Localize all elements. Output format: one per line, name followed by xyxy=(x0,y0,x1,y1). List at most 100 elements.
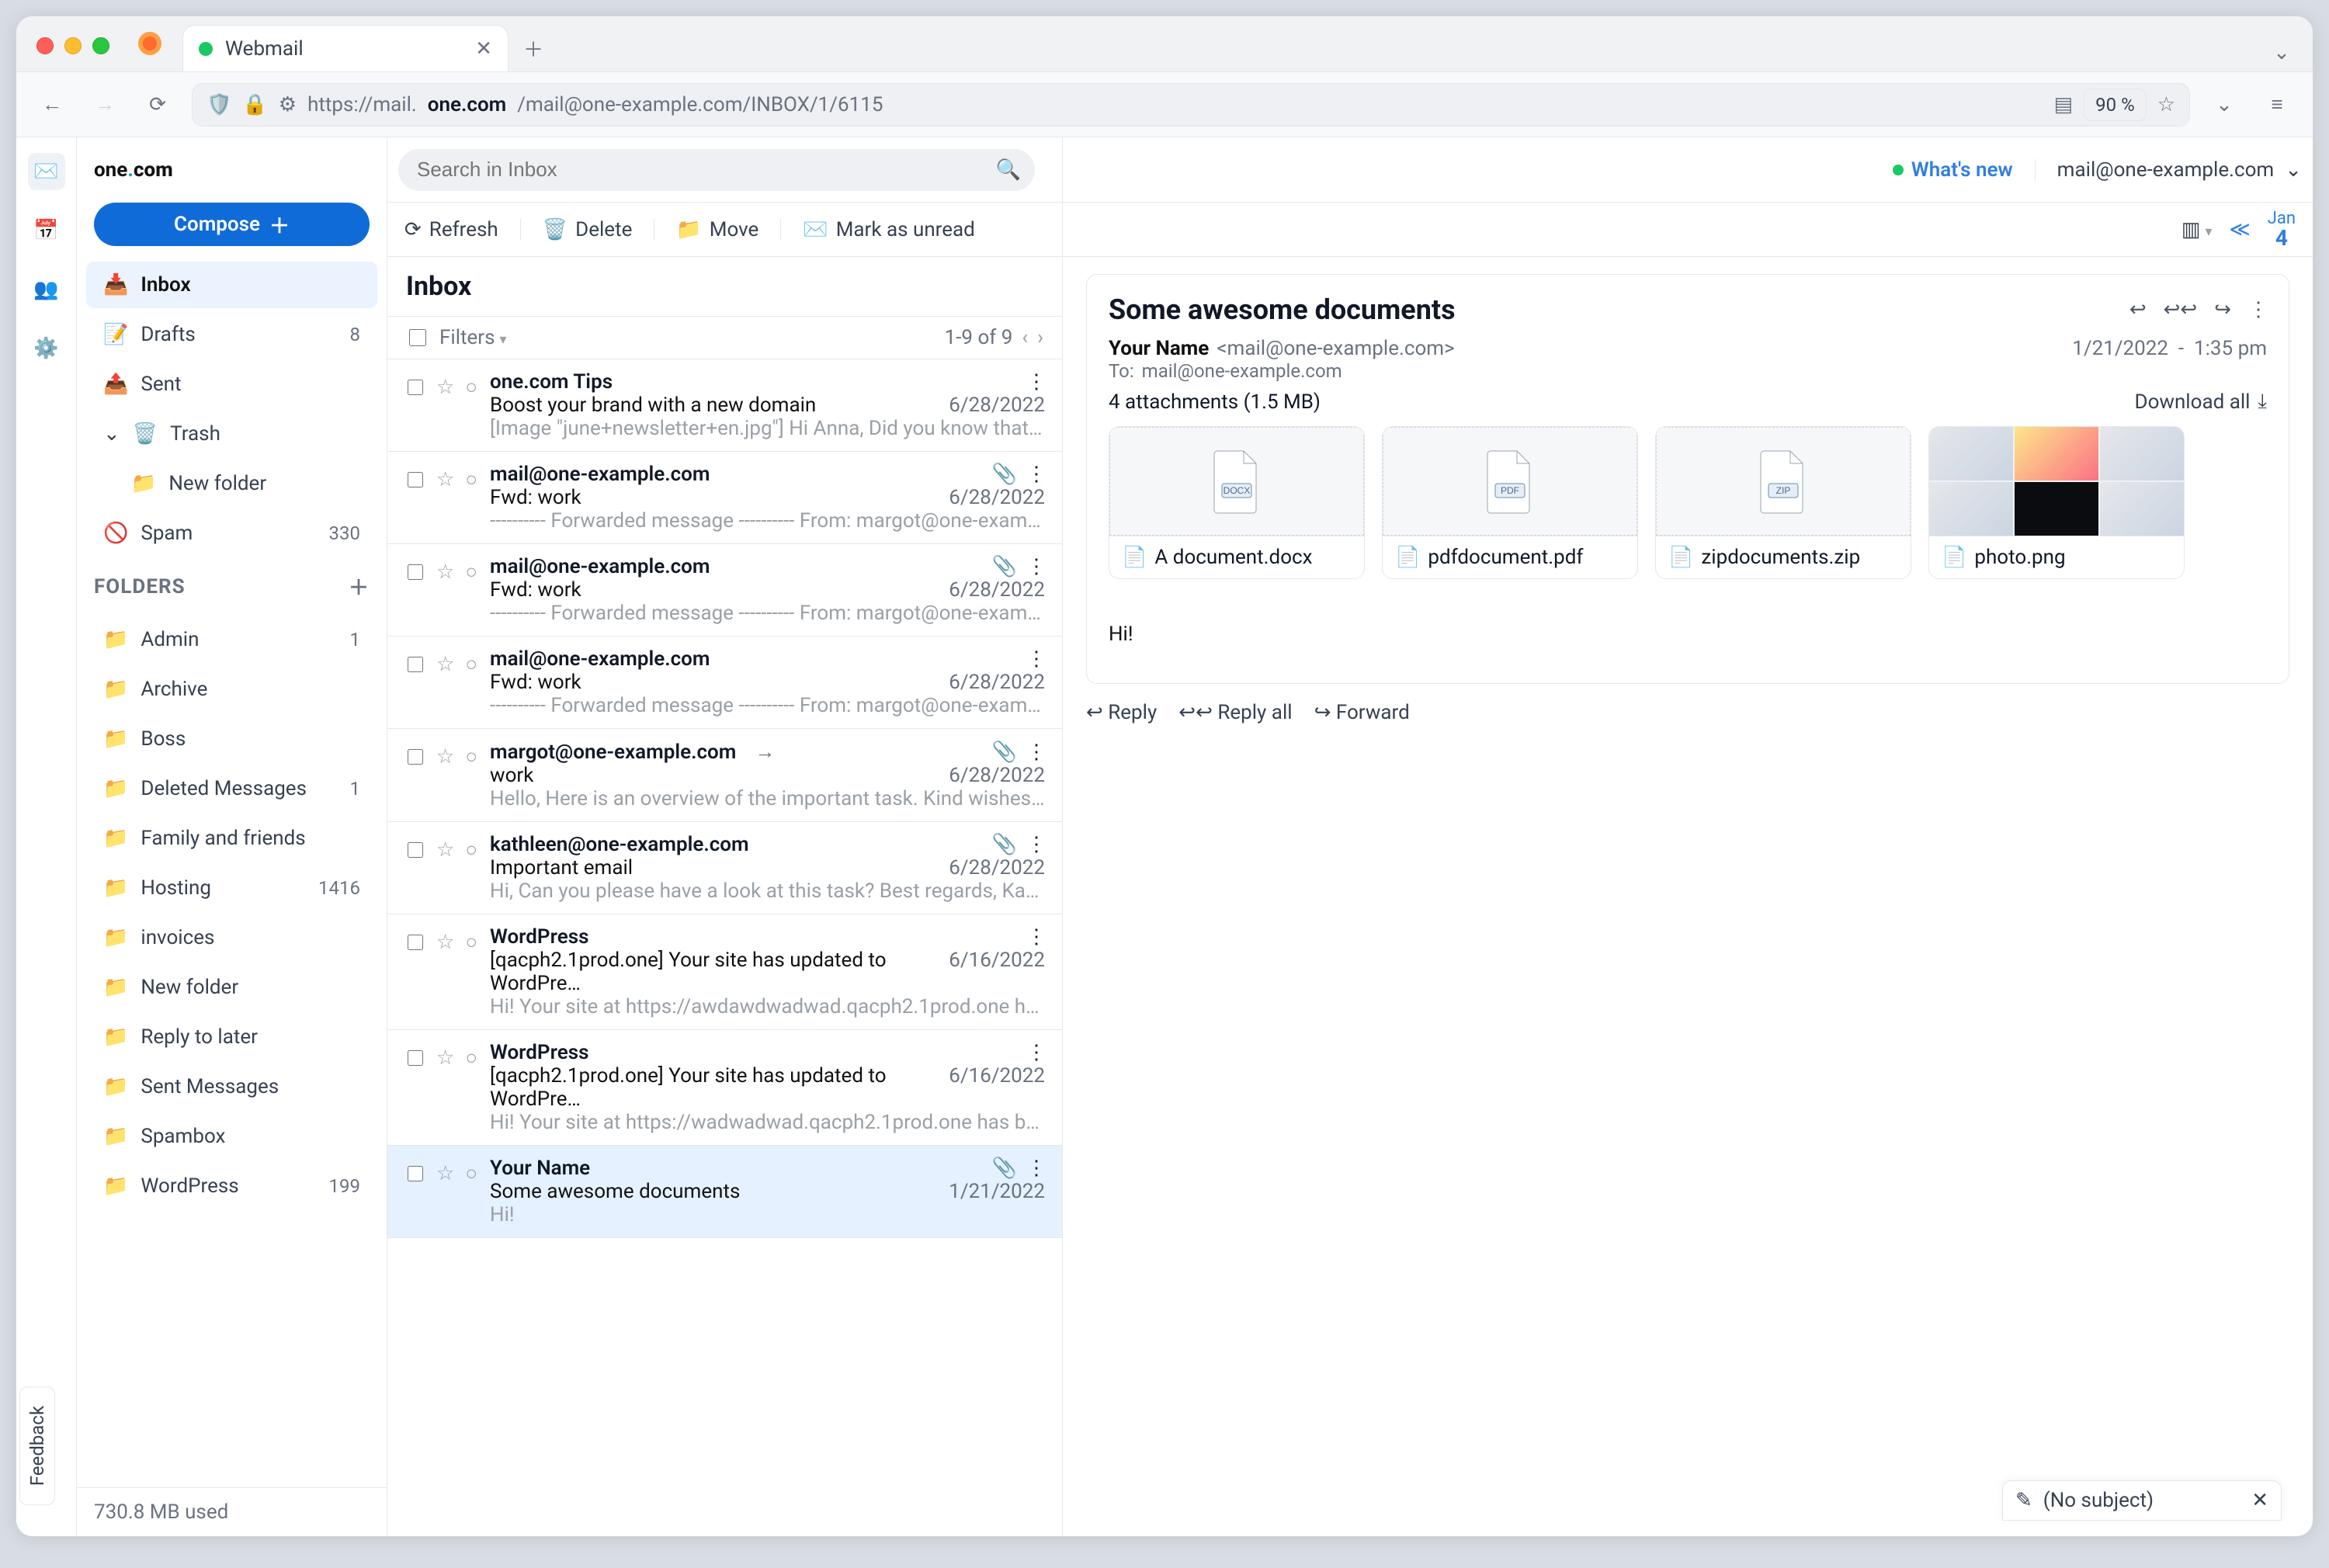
star-icon[interactable]: ☆ xyxy=(436,653,454,676)
folder-item[interactable]: 📁 WordPress 199 xyxy=(86,1163,377,1209)
search-input[interactable]: 🔍 xyxy=(398,149,1035,191)
new-tab-button[interactable]: ＋ xyxy=(518,33,549,64)
forward-icon[interactable]: ↪ xyxy=(2214,298,2231,321)
message-row[interactable]: ☆ ○ margot@one-example.com → 📎 ⋮ work 6/… xyxy=(387,729,1062,822)
whats-new-link[interactable]: What's new xyxy=(1893,158,2013,182)
download-all-button[interactable]: Download all ⤓ xyxy=(2135,390,2267,414)
folder-item[interactable]: 📁 Sent Messages xyxy=(86,1063,377,1110)
menu-icon[interactable]: ≡ xyxy=(2258,86,2296,123)
attachment[interactable]: ZIP 📄 zipdocuments.zip xyxy=(1655,426,1911,579)
address-bar[interactable]: 🛡️ 🔒 ⚙ https://mail.one.com/mail@one-exa… xyxy=(192,83,2190,127)
row-menu-icon[interactable]: ⋮ xyxy=(1026,741,1045,764)
star-icon[interactable]: ☆ xyxy=(436,745,454,768)
star-icon[interactable]: ☆ xyxy=(436,468,454,491)
star-icon[interactable]: ☆ xyxy=(436,376,454,399)
attachment[interactable]: PDF 📄 pdfdocument.pdf xyxy=(1382,426,1638,579)
row-menu-icon[interactable]: ⋮ xyxy=(1026,647,1045,671)
row-checkbox[interactable] xyxy=(408,935,423,950)
select-all-checkbox[interactable] xyxy=(409,329,426,346)
row-menu-icon[interactable]: ⋮ xyxy=(1026,833,1045,856)
message-row[interactable]: ☆ ○ one.com Tips ⋮ Boost your brand with… xyxy=(387,359,1062,452)
feedback-tab[interactable]: Feedback xyxy=(19,1386,55,1505)
unread-dot[interactable]: ○ xyxy=(465,560,477,584)
reader-mode-icon[interactable]: ▤ xyxy=(2054,93,2074,116)
folder-item[interactable]: 📁 invoices xyxy=(86,914,377,961)
compose-minimized[interactable]: ✎ (No subject) ✕ xyxy=(2002,1480,2282,1521)
attachment[interactable]: 📄 photo.png xyxy=(1928,426,2185,579)
jump-first-icon[interactable]: ≪ xyxy=(2230,218,2251,241)
date-jump[interactable]: Jan 4 xyxy=(2268,210,2296,249)
message-row[interactable]: ☆ ○ mail@one-example.com 📎 ⋮ Fwd: work 6… xyxy=(387,544,1062,637)
star-icon[interactable]: ☆ xyxy=(436,838,454,862)
attachment[interactable]: DOCX 📄 A document.docx xyxy=(1109,426,1365,579)
row-checkbox[interactable] xyxy=(408,1166,423,1181)
mark-unread-button[interactable]: ✉️Mark as unread xyxy=(803,218,975,241)
pocket-icon[interactable]: ⌄ xyxy=(2206,86,2243,123)
folder-item[interactable]: 📁 Family and friends xyxy=(86,815,377,862)
more-icon[interactable]: ⋮ xyxy=(2248,298,2267,321)
minimize-window-dot[interactable] xyxy=(64,37,82,54)
chevron-down-icon[interactable]: ⌄ xyxy=(103,422,120,446)
back-button[interactable]: ← xyxy=(33,86,71,123)
reply-all-icon[interactable]: ↩↩ xyxy=(2164,298,2198,321)
rail-settings[interactable]: ⚙️ xyxy=(28,330,65,367)
close-icon[interactable]: ✕ xyxy=(2251,1489,2268,1512)
delete-button[interactable]: 🗑️Delete xyxy=(543,218,633,241)
row-menu-icon[interactable]: ⋮ xyxy=(1026,370,1045,394)
layout-toggle[interactable]: ▥ xyxy=(2181,218,2213,241)
rail-mail[interactable]: ✉️ xyxy=(28,153,65,190)
unread-dot[interactable]: ○ xyxy=(465,930,477,954)
nav-sent[interactable]: 📤 Sent xyxy=(86,361,377,408)
reply-all-button[interactable]: ↩↩ Reply all xyxy=(1178,701,1292,724)
forward-button[interactable]: → xyxy=(86,86,123,123)
nav-trash-sub[interactable]: 📁 New folder xyxy=(86,460,377,507)
message-row[interactable]: ☆ ○ WordPress ⋮ [qacph2.1prod.one] Your … xyxy=(387,1030,1062,1146)
nav-spam[interactable]: 🚫 Spam 330 xyxy=(86,510,377,557)
unread-dot[interactable]: ○ xyxy=(465,838,477,862)
folder-item[interactable]: 📁 Deleted Messages 1 xyxy=(86,765,377,812)
unread-dot[interactable]: ○ xyxy=(465,744,477,768)
close-tab-icon[interactable]: ✕ xyxy=(475,37,492,61)
star-icon[interactable]: ☆ xyxy=(436,1162,454,1185)
move-button[interactable]: 📁Move xyxy=(676,218,758,241)
rail-calendar[interactable]: 📅 xyxy=(28,212,65,249)
compose-button[interactable]: Compose ＋ xyxy=(94,203,370,246)
reply-button[interactable]: ↩ Reply xyxy=(1086,701,1157,724)
folder-item[interactable]: 📁 Archive xyxy=(86,666,377,713)
folder-item[interactable]: 📁 Spambox xyxy=(86,1113,377,1160)
message-row[interactable]: ☆ ○ mail@one-example.com ⋮ Fwd: work 6/2… xyxy=(387,637,1062,729)
star-icon[interactable]: ☆ xyxy=(436,1046,454,1070)
unread-dot[interactable]: ○ xyxy=(465,1161,477,1185)
site-settings-icon[interactable]: ⚙ xyxy=(279,93,297,116)
refresh-button[interactable]: ⟳Refresh xyxy=(404,218,498,241)
prev-page-icon[interactable]: ‹ xyxy=(1022,326,1028,349)
row-checkbox[interactable] xyxy=(408,657,423,672)
nav-drafts[interactable]: 📝 Drafts 8 xyxy=(86,311,377,358)
row-menu-icon[interactable]: ⋮ xyxy=(1026,1157,1045,1180)
message-row[interactable]: ☆ ○ WordPress ⋮ [qacph2.1prod.one] Your … xyxy=(387,914,1062,1030)
row-menu-icon[interactable]: ⋮ xyxy=(1026,1041,1045,1064)
nav-trash[interactable]: ⌄ 🗑️ Trash xyxy=(86,411,377,457)
row-menu-icon[interactable]: ⋮ xyxy=(1026,555,1045,578)
row-menu-icon[interactable]: ⋮ xyxy=(1026,925,1045,949)
row-checkbox[interactable] xyxy=(408,749,423,765)
next-page-icon[interactable]: › xyxy=(1037,326,1043,349)
folder-item[interactable]: 📁 Admin 1 xyxy=(86,616,377,663)
unread-dot[interactable]: ○ xyxy=(465,1046,477,1070)
bookmark-icon[interactable]: ☆ xyxy=(2157,93,2175,116)
search-field[interactable] xyxy=(415,157,1018,182)
star-icon[interactable]: ☆ xyxy=(436,560,454,584)
zoom-window-dot[interactable] xyxy=(92,37,109,54)
add-folder-icon[interactable]: ＋ xyxy=(349,572,370,601)
reload-button[interactable]: ⟳ xyxy=(139,86,176,123)
zoom-badge[interactable]: 90 % xyxy=(2084,88,2147,121)
row-checkbox[interactable] xyxy=(408,472,423,487)
row-checkbox[interactable] xyxy=(408,564,423,580)
search-icon[interactable]: 🔍 xyxy=(996,158,1021,182)
message-row[interactable]: ☆ ○ mail@one-example.com 📎 ⋮ Fwd: work 6… xyxy=(387,452,1062,544)
nav-inbox[interactable]: 📥 Inbox xyxy=(86,262,377,308)
folder-item[interactable]: 📁 New folder xyxy=(86,964,377,1011)
close-window-dot[interactable] xyxy=(36,37,54,54)
rail-contacts[interactable]: 👥 xyxy=(28,271,65,308)
forward-button[interactable]: ↪ Forward xyxy=(1314,701,1410,724)
